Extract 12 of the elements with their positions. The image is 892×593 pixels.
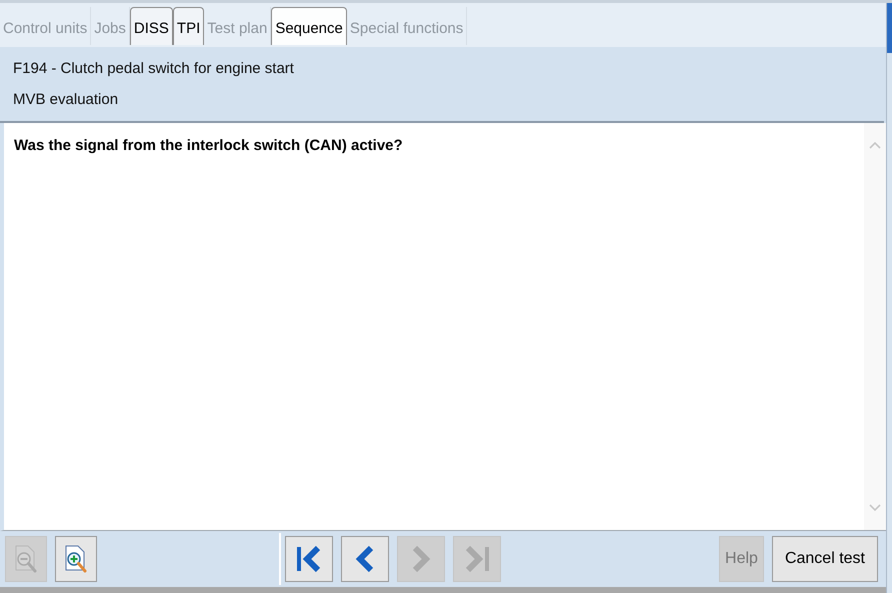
scroll-down-icon[interactable] <box>869 504 881 512</box>
zoom-in-button[interactable] <box>55 536 97 582</box>
question-text: Was the signal from the interlock switch (CAN) active? <box>14 137 403 154</box>
action-button[interactable]: Cancel test <box>772 536 878 582</box>
scroll-up-icon[interactable] <box>869 141 881 149</box>
previous-button[interactable] <box>341 536 390 582</box>
tab[interactable]: TPI <box>172 7 204 45</box>
tab[interactable]: DISS <box>130 7 173 45</box>
test-subtitle: MVB evaluation <box>13 90 120 109</box>
tab[interactable]: Sequence <box>271 7 347 45</box>
test-title: F194 - Clutch pedal switch for engine start <box>13 59 295 78</box>
first-button[interactable] <box>285 536 334 582</box>
